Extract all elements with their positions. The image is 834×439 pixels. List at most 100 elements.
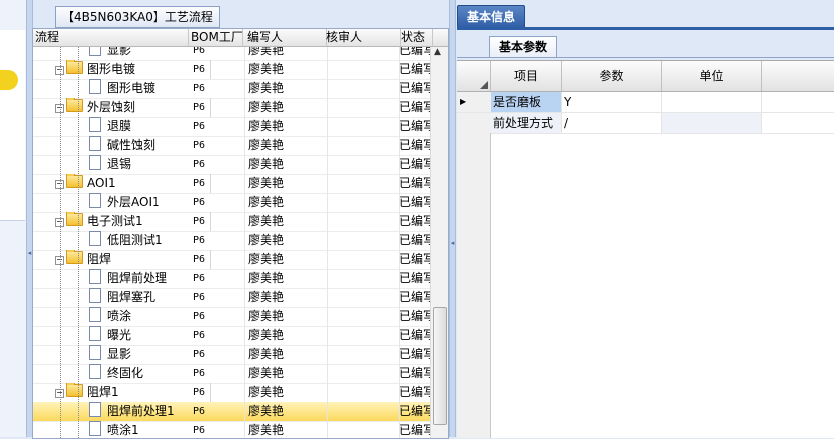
header-param[interactable]: 参数 — [562, 61, 662, 91]
header-status[interactable]: 状态 — [399, 29, 433, 46]
bom-cell: P6 — [190, 98, 245, 117]
document-icon — [89, 364, 101, 379]
bom-cell: P6 — [190, 383, 245, 402]
flow-name-label: 电子测试1 — [87, 214, 143, 228]
param-row[interactable]: ▶ 是否磨板 Y — [457, 92, 834, 113]
param-value-cell[interactable]: / — [562, 113, 662, 133]
left-panel-content — [0, 30, 25, 221]
params-grid: 项目 参数 单位 ▶ 是否磨板 Y 前处理方式 / — [457, 60, 834, 438]
bom-cell: P6 — [190, 231, 245, 250]
header-name[interactable]: 流程 — [33, 29, 189, 46]
param-unit-cell[interactable] — [662, 92, 762, 112]
status-cell: 已编写 — [399, 157, 430, 171]
bom-cell: P6 — [190, 269, 245, 288]
table-row[interactable]: −AOI1P6廖美艳已编写 — [33, 174, 430, 194]
table-row[interactable]: 退锡 P6廖美艳 已编写 — [33, 155, 430, 175]
status-cell: 已编写 — [399, 328, 430, 342]
corner-triangle-icon — [480, 81, 488, 89]
status-cell: 已编写 — [399, 271, 430, 285]
flow-name-label: 外层蚀刻 — [87, 100, 136, 114]
yellow-marker-icon — [0, 70, 18, 90]
table-row[interactable]: 低阻测试1 P6廖美艳 已编写 — [33, 231, 430, 251]
writer-cell: 廖美艳 — [244, 269, 328, 288]
writer-cell: 廖美艳 — [244, 174, 328, 193]
flow-vertical-scrollbar[interactable]: ▲ — [430, 47, 448, 438]
document-icon — [89, 155, 101, 170]
basic-info-panel: 基本信息 基本参数 项目 参数 单位 ▶ 是否磨板 Y 前处理方式 / — [457, 0, 834, 438]
tab-basic-info[interactable]: 基本信息 — [457, 5, 525, 28]
table-row[interactable]: −电子测试1P6廖美艳已编写 — [33, 212, 430, 232]
scroll-up-arrow-icon[interactable]: ▲ — [434, 47, 441, 57]
scrollbar-thumb[interactable] — [433, 307, 447, 425]
table-row[interactable]: 阻焊前处理1 P6廖美艳 已编写 — [33, 402, 430, 422]
table-row[interactable]: 显影 P6廖美艳 已编写 — [33, 345, 430, 365]
param-item-cell[interactable]: 是否磨板 — [491, 92, 562, 112]
writer-cell: 廖美艳 — [244, 326, 328, 345]
table-row[interactable]: 显影 P6廖美艳 已编写 — [33, 47, 430, 61]
status-cell: 已编写 — [399, 81, 430, 95]
table-row[interactable]: 曝光 P6廖美艳 已编写 — [33, 326, 430, 346]
param-unit-cell[interactable] — [662, 113, 762, 133]
table-row[interactable]: 图形电镀 P6廖美艳 已编写 — [33, 79, 430, 99]
flow-tree-grid: 流程 BOM工厂 编写人 核审人 状态 显影P6廖美艳已编写−图形电镀P6廖美艳… — [32, 28, 449, 439]
flow-name-label: 阻焊前处理 — [107, 271, 168, 285]
document-icon — [89, 136, 101, 151]
document-icon — [89, 421, 101, 436]
status-cell: 已编写 — [399, 385, 430, 399]
table-row[interactable]: 喷涂1 P6廖美艳 已编写 — [33, 421, 430, 438]
writer-cell: 廖美艳 — [244, 364, 328, 383]
reviewer-cell — [324, 383, 400, 402]
flow-name-label: 喷涂 — [107, 309, 132, 323]
param-value-cell[interactable]: Y — [562, 92, 662, 112]
reviewer-cell — [324, 193, 400, 212]
status-cell: 已编写 — [399, 233, 430, 247]
header-unit[interactable]: 单位 — [662, 61, 762, 91]
flow-panel-caption: 【4B5N603KA0】工艺流程 — [55, 6, 220, 28]
param-item-cell[interactable]: 前处理方式 — [491, 113, 562, 133]
flow-grid-header: 流程 BOM工厂 编写人 核审人 状态 — [33, 29, 448, 47]
params-corner-cell — [457, 61, 491, 91]
table-row[interactable]: 碱性蚀刻 P6廖美艳 已编写 — [33, 136, 430, 156]
table-row[interactable]: 阻焊前处理 P6廖美艳 已编写 — [33, 269, 430, 289]
table-row[interactable]: −阻焊P6廖美艳已编写 — [33, 250, 430, 270]
reviewer-cell — [324, 117, 400, 136]
table-row[interactable]: 退膜 P6廖美艳 已编写 — [33, 117, 430, 137]
bom-cell: P6 — [190, 307, 245, 326]
header-reviewer[interactable]: 核审人 — [323, 29, 401, 46]
bom-cell: P6 — [190, 345, 245, 364]
writer-cell: 廖美艳 — [244, 136, 328, 155]
status-cell: 已编写 — [399, 309, 430, 323]
header-item[interactable]: 项目 — [491, 61, 562, 91]
reviewer-cell — [324, 60, 400, 79]
reviewer-cell — [324, 421, 400, 438]
reviewer-cell — [324, 288, 400, 307]
table-row[interactable]: −阻焊1P6廖美艳已编写 — [33, 383, 430, 403]
middle-splitter[interactable]: ◂ — [449, 0, 456, 437]
reviewer-cell — [324, 269, 400, 288]
flow-name-label: 喷涂1 — [107, 423, 139, 437]
writer-cell: 廖美艳 — [244, 155, 328, 174]
table-row[interactable]: −图形电镀P6廖美艳已编写 — [33, 60, 430, 80]
bom-cell: P6 — [190, 250, 245, 269]
bom-cell: P6 — [190, 117, 245, 136]
table-row[interactable]: 外层AOI1 P6廖美艳 已编写 — [33, 193, 430, 213]
left-collapsed-panel — [0, 0, 27, 437]
table-row[interactable]: 喷涂 P6廖美艳 已编写 — [33, 307, 430, 327]
param-row[interactable]: 前处理方式 / — [457, 113, 834, 134]
reviewer-cell — [324, 98, 400, 117]
reviewer-cell — [324, 250, 400, 269]
document-icon — [89, 326, 101, 341]
reviewer-cell — [324, 79, 400, 98]
header-bom[interactable]: BOM工厂 — [189, 29, 243, 46]
reviewer-cell — [324, 402, 400, 421]
row-indicator[interactable]: ▶ — [457, 92, 494, 112]
table-row[interactable]: −外层蚀刻P6廖美艳已编写 — [33, 98, 430, 118]
row-indicator[interactable] — [457, 113, 494, 133]
table-row[interactable]: 终固化 P6廖美艳 已编写 — [33, 364, 430, 384]
reviewer-cell — [324, 47, 400, 60]
table-row[interactable]: 阻焊塞孔 P6廖美艳 已编写 — [33, 288, 430, 308]
subtab-basic-params[interactable]: 基本参数 — [489, 36, 557, 57]
header-writer[interactable]: 编写人 — [243, 29, 327, 46]
splitter-right-arrow-icon[interactable]: ◂ — [450, 240, 455, 247]
row-indicator-column — [457, 133, 491, 438]
